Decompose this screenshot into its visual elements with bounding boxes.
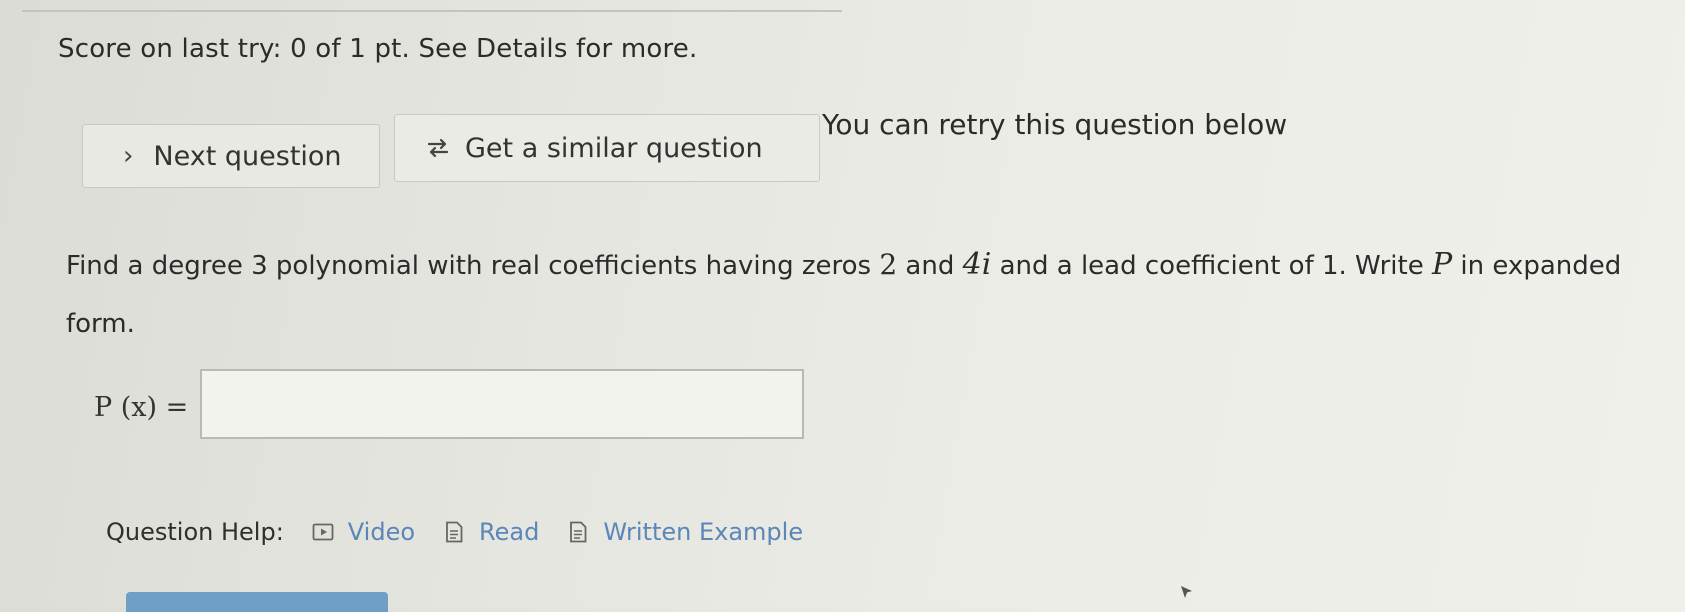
top-divider <box>22 10 842 12</box>
question-text: Find a degree 3 polynomial with real coe… <box>66 236 1666 353</box>
answer-label: P (x) = <box>94 391 189 423</box>
help-read-label: Read <box>479 518 540 546</box>
document-icon <box>570 521 587 543</box>
mouse-cursor-icon <box>1181 586 1192 598</box>
submit-button-partial[interactable] <box>126 592 388 612</box>
zero-value-b: 4i <box>962 247 992 282</box>
question-help: Question Help: Video Read Written Exampl… <box>106 518 831 546</box>
play-icon <box>312 523 334 541</box>
question-text-part-2: and <box>897 251 963 281</box>
help-video-link[interactable]: Video <box>312 518 415 546</box>
question-text-part-1: Find a degree 3 polynomial with real coe… <box>66 251 880 281</box>
next-question-label: Next question <box>153 140 342 172</box>
chevron-right-icon: › <box>123 141 134 171</box>
retry-message: You can retry this question below <box>822 108 1288 141</box>
similar-question-button[interactable]: Get a similar question <box>394 114 820 182</box>
next-question-button[interactable]: › Next question <box>82 124 380 188</box>
polynomial-variable: P <box>1431 247 1453 282</box>
answer-row: P (x) = <box>94 369 805 439</box>
document-icon <box>446 521 463 543</box>
question-help-label: Question Help: <box>106 518 284 546</box>
answer-input[interactable] <box>200 369 805 439</box>
zero-value-a: 2 <box>879 248 898 281</box>
help-written-example-label: Written Example <box>603 518 804 546</box>
help-video-label: Video <box>347 518 416 546</box>
help-read-link[interactable]: Read <box>443 518 539 546</box>
retry-icon <box>427 138 449 158</box>
question-text-part-3: and a lead coefficient of 1. Write <box>991 251 1432 281</box>
help-written-example-link[interactable]: Written Example <box>567 518 803 546</box>
score-text: Score on last try: 0 of 1 pt. See Detail… <box>58 34 698 64</box>
similar-question-label: Get a similar question <box>465 132 763 164</box>
